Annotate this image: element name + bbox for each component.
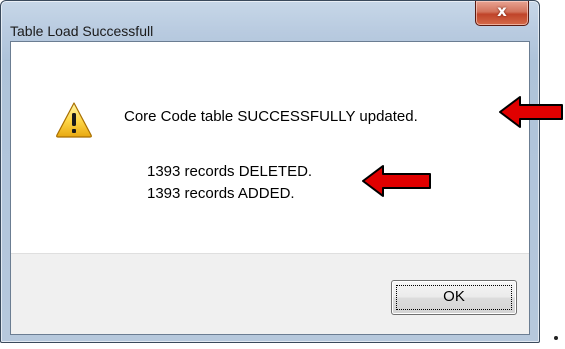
ok-button[interactable]: OK (391, 280, 517, 315)
ok-button-label: OK (443, 288, 465, 305)
main-message: Core Code table SUCCESSFULLY updated. (124, 108, 418, 125)
warning-icon (56, 102, 92, 138)
title-bar[interactable]: Table Load Successfull x (1, 1, 539, 41)
message-dialog: Table Load Successfull x Core Code table (0, 0, 540, 343)
red-arrow-annotation-1 (499, 96, 563, 128)
close-icon: x (497, 2, 507, 20)
close-button[interactable]: x (475, 1, 529, 26)
window-title: Table Load Successfull (10, 23, 154, 39)
added-records-text: 1393 records ADDED. (147, 185, 295, 202)
screenshot-canvas: Table Load Successfull x Core Code table (0, 0, 565, 349)
stray-dot (554, 336, 558, 340)
button-area: OK (11, 253, 529, 334)
red-arrow-annotation-2 (362, 165, 431, 197)
dialog-body: Core Code table SUCCESSFULLY updated. 13… (10, 41, 530, 335)
deleted-records-text: 1393 records DELETED. (147, 163, 313, 180)
